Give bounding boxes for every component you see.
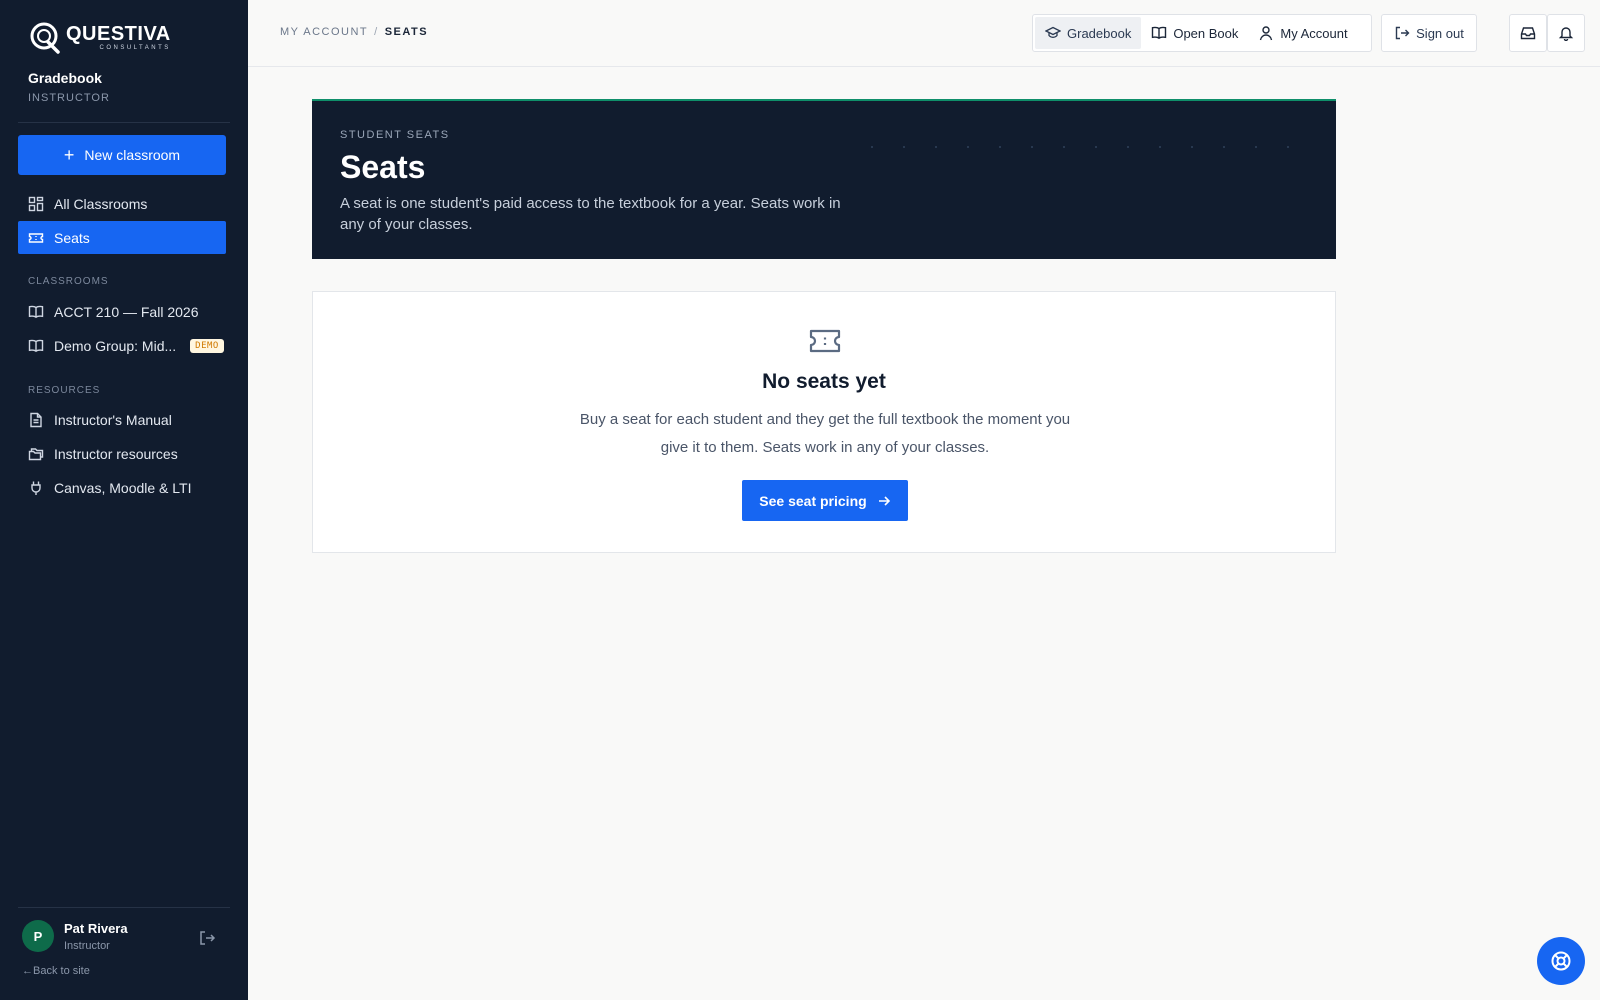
sidebar-item-label: Instructor's Manual <box>54 411 172 428</box>
plug-icon <box>28 480 44 496</box>
new-classroom-label: New classroom <box>84 147 181 163</box>
sidebar-item-instructor-resources[interactable]: Instructor resources <box>18 437 226 470</box>
graduation-cap-icon <box>1045 26 1061 38</box>
sidebar-item-seats[interactable]: Seats <box>18 221 226 254</box>
empty-state-description: Buy a seat for each student and they get… <box>579 411 1071 456</box>
sign-out-icon <box>1395 26 1410 40</box>
ticket-icon <box>809 328 841 354</box>
sidebar-item-label: ACCT 210 — Fall 2026 <box>54 303 199 320</box>
my-account-label: My Account <box>1280 25 1348 41</box>
user-icon <box>1260 26 1273 41</box>
sidebar-item-label: All Classrooms <box>54 195 148 212</box>
gradebook-button[interactable]: Gradebook <box>1035 17 1142 49</box>
user-name: Pat Rivera <box>64 920 128 936</box>
bell-icon <box>1558 27 1574 41</box>
notifications-button[interactable] <box>1547 14 1585 52</box>
topbar: MY ACCOUNT / SEATS Gradebook Open Book My … <box>248 0 1600 67</box>
top-nav-group: Gradebook Open Book My Account <box>1032 14 1372 52</box>
book-icon <box>28 338 44 354</box>
open-book-button[interactable]: Open Book <box>1141 17 1248 49</box>
see-seat-pricing-label: See seat pricing <box>759 492 867 509</box>
plus-icon: + <box>63 145 75 165</box>
sidebar-item-label: Canvas, Moodle & LTI <box>54 479 192 496</box>
hero-kicker: STUDENT SEATS <box>340 129 450 141</box>
open-book-label: Open Book <box>1173 25 1239 41</box>
sidebar-item-label: Instructor resources <box>54 445 178 462</box>
classrooms-section-label: CLASSROOMS <box>28 276 109 287</box>
brand-subtitle: CONSULTANTS <box>99 44 171 51</box>
sidebar-item-canvas-moodle-lti[interactable]: Canvas, Moodle & LTI <box>18 471 226 504</box>
sidebar-item-label: Seats <box>54 229 90 246</box>
breadcrumb-current: SEATS <box>384 26 429 38</box>
sidebar-divider <box>18 907 230 908</box>
grid-icon <box>28 196 44 212</box>
breadcrumb-my-account[interactable]: MY ACCOUNT <box>280 26 368 38</box>
user-profile[interactable]: P Pat Rivera Instructor <box>22 920 128 952</box>
arrow-right-icon <box>878 495 890 506</box>
app-role: INSTRUCTOR <box>28 92 110 104</box>
resources-section-label: RESOURCES <box>28 385 101 396</box>
document-icon <box>28 412 44 428</box>
inbox-icon <box>1520 27 1536 40</box>
app-name: Gradebook <box>28 70 102 86</box>
gradebook-label: Gradebook <box>1067 25 1132 41</box>
sign-out-button[interactable]: Sign out <box>1381 14 1477 52</box>
back-to-site-link[interactable]: ←Back to site <box>22 965 90 977</box>
questiva-logo-icon <box>28 20 62 54</box>
avatar: P <box>22 920 54 952</box>
sidebar-item-acct-210[interactable]: ACCT 210 — Fall 2026 <box>18 295 226 328</box>
demo-badge: DEMO <box>190 338 224 353</box>
hero-description: A seat is one student's paid access to t… <box>340 195 841 233</box>
sidebar-item-all-classrooms[interactable]: All Classrooms <box>18 187 226 220</box>
see-seat-pricing-button[interactable]: See seat pricing <box>742 480 908 521</box>
breadcrumb: MY ACCOUNT / SEATS <box>280 26 428 38</box>
book-open-icon <box>1152 26 1167 40</box>
sidebar-item-instructors-manual[interactable]: Instructor's Manual <box>18 403 226 436</box>
page-title: Seats <box>340 149 426 185</box>
sidebar-item-label: Demo Group: Mid... <box>54 337 177 354</box>
folders-icon <box>28 446 44 462</box>
brand-name: QUESTIVA <box>66 22 171 45</box>
breadcrumb-separator: / <box>374 26 379 38</box>
my-account-button[interactable]: My Account <box>1248 17 1357 49</box>
inbox-button[interactable] <box>1509 14 1547 52</box>
ticket-icon <box>28 230 44 246</box>
sidebar-item-demo-group[interactable]: Demo Group: Mid... DEMO <box>18 329 226 362</box>
sidebar: QUESTIVA CONSULTANTS Gradebook INSTRUCTO… <box>0 0 248 1000</box>
book-icon <box>28 304 44 320</box>
sidebar-divider <box>18 122 230 123</box>
user-role: Instructor <box>64 939 110 952</box>
empty-state-title: No seats yet <box>762 370 886 393</box>
new-classroom-button[interactable]: + New classroom <box>18 135 226 175</box>
help-button[interactable] <box>1537 937 1585 985</box>
hero-dot-pattern <box>856 131 1316 171</box>
seats-hero-banner: STUDENT SEATS Seats A seat is one studen… <box>312 99 1336 259</box>
sign-out-label: Sign out <box>1416 25 1464 41</box>
empty-state-card: No seats yet Buy a seat for each student… <box>312 291 1336 553</box>
brand-logo[interactable]: QUESTIVA CONSULTANTS <box>28 20 171 54</box>
lifebuoy-icon <box>1551 951 1571 971</box>
logout-icon[interactable] <box>198 929 216 947</box>
